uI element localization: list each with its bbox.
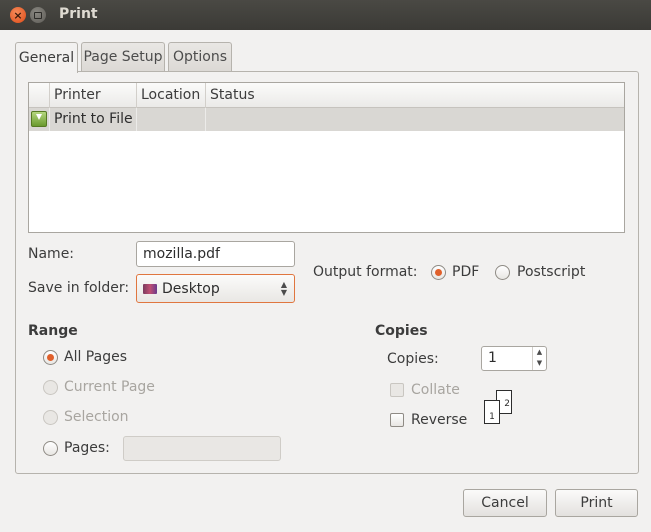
name-input[interactable]: mozilla.pdf bbox=[136, 241, 295, 267]
print-dialog: × Print General Page Setup Options Print… bbox=[0, 0, 651, 532]
tab-page-setup[interactable]: Page Setup bbox=[81, 42, 165, 71]
selection-label[interactable]: Selection bbox=[64, 409, 129, 425]
column-header-location[interactable]: Location bbox=[136, 83, 205, 108]
postscript-radio[interactable] bbox=[495, 265, 510, 280]
column-header-printer[interactable]: Printer bbox=[49, 83, 136, 108]
output-format-label: Output format: bbox=[313, 264, 418, 280]
selection-radio[interactable] bbox=[43, 410, 58, 425]
tab-options[interactable]: Options bbox=[168, 42, 232, 71]
spinner-arrows-icon[interactable]: ▲ ▼ bbox=[532, 347, 546, 370]
collate-label[interactable]: Collate bbox=[411, 382, 460, 398]
tab-general[interactable]: General bbox=[15, 42, 78, 73]
pages-radio[interactable] bbox=[43, 441, 58, 456]
printer-location bbox=[136, 108, 205, 131]
print-button[interactable]: Print bbox=[555, 489, 638, 517]
copies-value: 1 bbox=[488, 350, 497, 366]
printer-row-print-to-file[interactable]: Print to File bbox=[29, 108, 624, 131]
title-bar: × Print bbox=[0, 0, 651, 30]
pdf-radio[interactable] bbox=[431, 265, 446, 280]
minimize-button[interactable] bbox=[30, 7, 46, 23]
cancel-button[interactable]: Cancel bbox=[463, 489, 547, 517]
printer-list[interactable]: Printer Location Status Print to File bbox=[28, 82, 625, 233]
print-to-file-icon bbox=[31, 111, 47, 127]
postscript-label[interactable]: Postscript bbox=[517, 264, 585, 280]
current-page-radio[interactable] bbox=[43, 380, 58, 395]
window-title: Print bbox=[59, 6, 98, 22]
pdf-label[interactable]: PDF bbox=[452, 264, 479, 280]
printer-icon-cell bbox=[29, 108, 49, 131]
page-front-icon: 1 bbox=[484, 400, 500, 424]
updown-arrows-icon: ▲ ▼ bbox=[280, 280, 287, 297]
all-pages-radio[interactable] bbox=[43, 350, 58, 365]
printer-status bbox=[205, 108, 625, 131]
folder-value: Desktop bbox=[162, 280, 220, 297]
printer-name: Print to File bbox=[49, 108, 136, 131]
save-in-folder-combo[interactable]: Desktop ▲ ▼ bbox=[136, 274, 295, 303]
general-panel: Printer Location Status Print to File Na… bbox=[15, 71, 639, 474]
current-page-label[interactable]: Current Page bbox=[64, 379, 155, 395]
restore-icon bbox=[34, 11, 42, 19]
close-icon: × bbox=[13, 8, 23, 22]
desktop-folder-icon bbox=[143, 283, 157, 294]
copies-spinner[interactable]: 1 ▲ ▼ bbox=[481, 346, 547, 371]
pages-input[interactable] bbox=[123, 436, 281, 461]
copies-label: Copies: bbox=[387, 351, 439, 367]
column-header-icon bbox=[29, 83, 49, 108]
close-button[interactable]: × bbox=[10, 7, 26, 23]
printer-list-header: Printer Location Status bbox=[29, 83, 624, 108]
copies-section-title: Copies bbox=[375, 323, 428, 339]
save-in-folder-label: Save in folder: bbox=[28, 280, 130, 296]
range-section-title: Range bbox=[28, 323, 78, 339]
collate-checkbox[interactable] bbox=[390, 383, 404, 397]
column-header-status[interactable]: Status bbox=[205, 83, 625, 108]
all-pages-label[interactable]: All Pages bbox=[64, 349, 127, 365]
reverse-label[interactable]: Reverse bbox=[411, 412, 467, 428]
collate-preview: 2 1 bbox=[484, 390, 516, 426]
pages-label[interactable]: Pages: bbox=[64, 440, 110, 456]
name-label: Name: bbox=[28, 246, 75, 262]
reverse-checkbox[interactable] bbox=[390, 413, 404, 427]
